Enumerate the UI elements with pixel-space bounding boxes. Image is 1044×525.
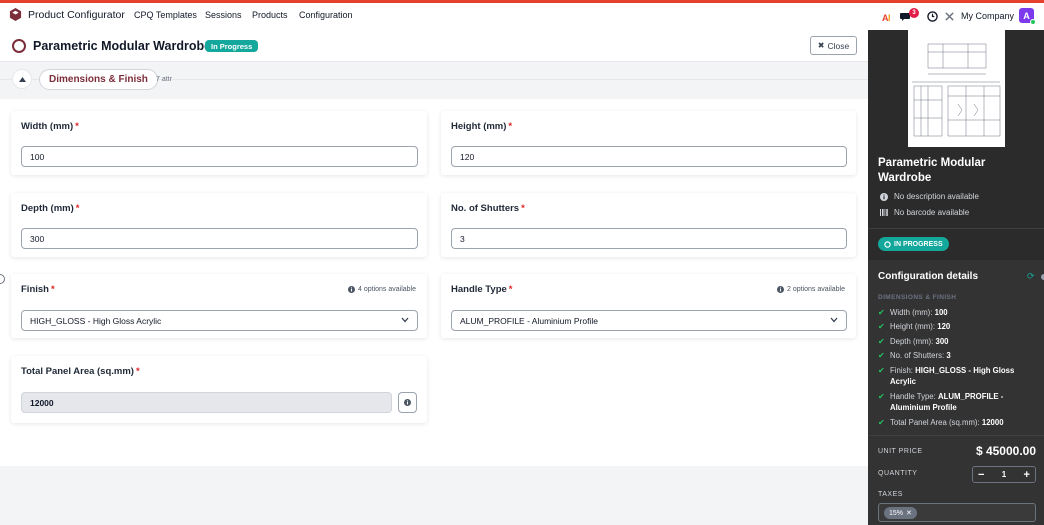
info-icon [880,192,888,201]
quantity-increment-button[interactable]: + [1024,469,1030,481]
refresh-icon[interactable]: ⟳ [1027,271,1035,282]
info-icon [404,399,411,406]
info-icon [348,286,355,293]
sidebar-description: No description available [880,192,979,201]
check-icon: ✔ [878,337,885,346]
sidebar-barcode: No barcode available [880,208,969,217]
finish-selected-value: HIGH_GLOSS - High Gloss Acrylic [30,315,162,326]
quantity-value[interactable]: 1 [1002,470,1006,479]
close-label: Close [827,40,850,51]
taxes-input[interactable]: 15% ✕ [878,503,1036,522]
depth-card: Depth (mm) * 300 [11,193,427,257]
clock-icon[interactable] [927,11,938,22]
online-status-dot [1030,19,1036,25]
config-item-depth: ✔ Depth (mm): 300 [878,337,949,346]
width-input[interactable]: 100 [21,146,418,167]
config-item-finish: ✔ Finish: HIGH_GLOSS - High Gloss Acrylic [878,366,1015,386]
height-label: Height (mm) * [451,121,513,132]
width-label: Width (mm) * [21,121,79,132]
info-icon [777,286,784,293]
attribute-form: Width (mm) * 100 Height (mm) * 120 Depth (… [0,99,868,466]
tax-tag[interactable]: 15% ✕ [884,507,917,519]
sidebar-product-title: Parametric Modular Wardrobe [878,157,986,184]
finish-select[interactable]: HIGH_GLOSS - High Gloss Acrylic [21,310,418,331]
handle-card: Handle Type * 2 options available ALUM_PR… [441,274,856,338]
chevron-up-icon [18,76,26,82]
check-icon: ✔ [878,351,885,360]
close-button[interactable]: ✖ Close [810,36,857,55]
area-card: Total Panel Area (sq.mm) * 12000 [11,356,427,423]
config-item-handle: ✔ Handle Type: ALUM_PROFILE - Aluminium P… [878,392,1004,412]
check-icon: ✔ [878,366,885,375]
depth-input[interactable]: 300 [21,228,418,249]
handle-selected-value: ALUM_PROFILE - Aluminium Profile [460,315,598,326]
area-label: Total Panel Area (sq.mm) * [21,366,140,377]
record-status-icon [12,39,26,53]
nav-sessions[interactable]: Sessions [205,10,242,20]
unit-price-value: $ 45000.00 [975,444,1036,458]
main-content: Parametric Modular Wardrobe In Progress … [0,30,868,525]
taxes-label: TAXES [878,491,903,498]
finish-label: Finish * [21,284,55,295]
height-card: Height (mm) * 120 [441,111,856,175]
barcode-icon [880,209,888,216]
nav-configuration[interactable]: Configuration [299,10,353,20]
config-item-shutters: ✔ No. of Shutters: 3 [878,351,951,360]
handle-select[interactable]: ALUM_PROFILE - Aluminium Profile [451,310,847,331]
ai-assistant-icon[interactable]: A I [882,12,894,22]
close-icon: ✖ [817,41,825,50]
handle-label: Handle Type * [451,284,513,295]
configuration-details-title: Configuration details [878,271,978,282]
chevron-down-icon [830,317,838,323]
summary-sidebar: Parametric Modular Wardrobe No descripti… [868,30,1044,525]
finish-card: Finish * 4 options available HIGH_GLOSS -… [11,274,427,338]
config-item-area: ✔ Total Panel Area (sq.mm): 12000 [878,418,1004,427]
depth-label: Depth (mm) * [21,203,80,214]
company-switcher[interactable]: My Company [961,11,1014,21]
shutters-label: No. of Shutters * [451,203,525,214]
config-item-width: ✔ Width (mm): 100 [878,308,948,317]
section-title[interactable]: Dimensions & Finish [39,69,158,90]
quantity-stepper[interactable]: − 1 + [972,466,1036,483]
width-card: Width (mm) * 100 [11,111,427,175]
app-title[interactable]: Product Configurator [28,9,125,21]
check-icon: ✔ [878,392,885,401]
area-info-button[interactable] [398,392,417,413]
shutters-input[interactable]: 3 [451,228,847,249]
section-attr-count: 7 attr [156,76,172,83]
status-badge: In Progress [205,40,259,52]
page-title: Parametric Modular Wardrobe [33,39,212,53]
unit-price-label: UNIT PRICE [878,448,923,455]
area-input: 12000 [21,392,392,413]
product-drawing-image [908,30,1005,147]
page-header: Parametric Modular Wardrobe In Progress … [0,30,868,62]
finish-options-hint: 4 options available [348,286,416,293]
tools-icon[interactable] [944,11,955,22]
sidebar-status-badge: IN PROGRESS [878,237,949,251]
section-collapse-button[interactable] [12,69,32,89]
check-icon: ✔ [878,322,885,331]
progress-ring-icon [884,240,891,248]
handle-options-hint: 2 options available [777,286,845,293]
notification-badge: 3 [909,8,919,18]
quantity-decrement-button[interactable]: − [978,469,984,481]
nav-cpq-templates[interactable]: CPQ Templates [134,10,197,20]
remove-tag-icon[interactable]: ✕ [906,509,912,517]
shutters-card: No. of Shutters * 3 [441,193,856,257]
quantity-label: QUANTITY [878,470,918,477]
config-item-height: ✔ Height (mm): 120 [878,322,951,331]
sidebar-handle[interactable] [1039,272,1044,282]
app-logo-icon[interactable] [9,8,22,21]
height-input[interactable]: 120 [451,146,847,167]
check-icon: ✔ [878,418,885,427]
svg-text:I: I [888,13,891,22]
nav-products[interactable]: Products [252,10,288,20]
config-group-label: DIMENSIONS & FINISH [878,294,957,301]
chevron-down-icon [401,317,409,323]
sidebar-divider [868,228,1044,229]
check-icon: ✔ [878,308,885,317]
sidebar-divider [868,435,1044,436]
